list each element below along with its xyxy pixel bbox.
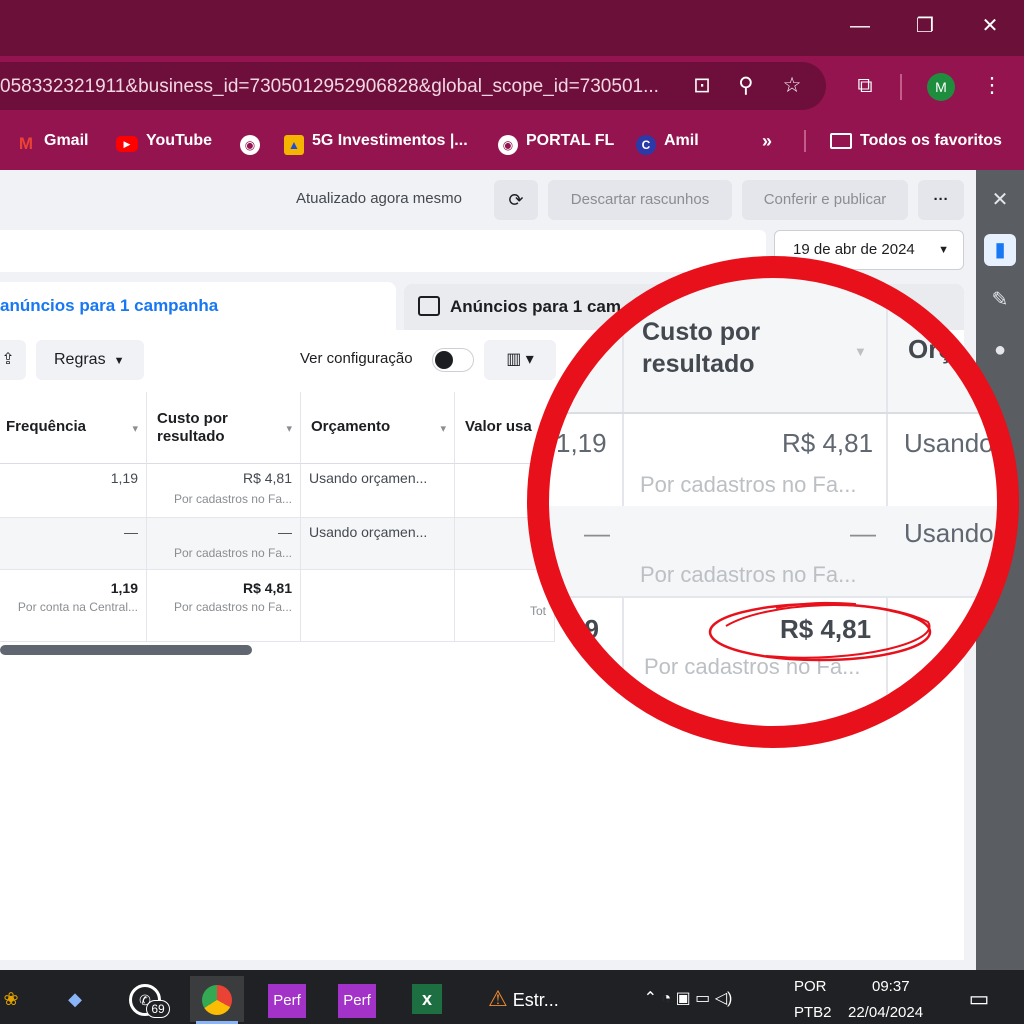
review-publish-button[interactable]: Conferir e publicar <box>742 180 908 220</box>
total-frequency: 1,19 Por conta na Central... <box>0 570 147 642</box>
row1-frequency: 1,19 <box>0 464 147 518</box>
kebab-menu-icon[interactable]: ⋮ <box>978 72 1006 100</box>
keyboard-layout[interactable]: PTB2 <box>794 1004 832 1021</box>
notifications-icon[interactable]: ▭ <box>956 976 1002 1022</box>
url-text[interactable]: 058332321911&business_id=730501295290682… <box>0 74 680 100</box>
perf-app-1-icon[interactable]: Perf <box>264 976 310 1022</box>
zoom-search-icon[interactable]: ⚲ <box>732 72 760 100</box>
whatsapp-icon[interactable]: ✆ 69 <box>122 976 170 1022</box>
handdrawn-highlight-ellipse <box>708 601 932 662</box>
restore-icon[interactable]: ❐ <box>905 8 945 44</box>
system-tray-icons[interactable]: ⌃ ◔ ▣ ▭ ◁) <box>618 976 758 1022</box>
globe-icon: ◉ <box>240 135 260 155</box>
globe-icon: ◉ <box>498 135 518 155</box>
rules-button[interactable]: Regras ▼ <box>36 340 144 380</box>
more-bookmarks-icon[interactable]: » <box>762 128 772 154</box>
row2-cost: — Por cadastros no Fa... <box>147 518 301 570</box>
discard-drafts-button[interactable]: Descartar rascunhos <box>548 180 732 220</box>
view-setup-label: Ver configuração <box>300 350 413 367</box>
minimize-icon[interactable]: — <box>840 8 880 44</box>
bookmark-gmail[interactable]: M Gmail <box>16 128 89 154</box>
view-setup-toggle[interactable] <box>432 348 474 372</box>
globe-bookmark-icon[interactable]: ◉ <box>240 128 268 155</box>
profile-avatar[interactable]: M <box>927 73 955 101</box>
clock-date[interactable]: 22/04/2024 <box>848 1004 923 1021</box>
sort-icon: ▾ <box>286 423 292 435</box>
youtube-icon: ▶ <box>116 136 138 152</box>
close-panel-icon[interactable]: ✕ <box>984 184 1016 216</box>
highlight-ring <box>527 256 1019 748</box>
chrome-icon[interactable] <box>190 976 244 1022</box>
bookmarks-divider <box>804 130 806 152</box>
tab-ads-active[interactable]: anúncios para 1 campanha <box>0 282 396 332</box>
bookmark-youtube[interactable]: ▶ YouTube <box>116 128 212 154</box>
language-indicator[interactable]: POR <box>794 978 827 995</box>
sort-icon: ▾ <box>440 423 446 435</box>
row1-cost: R$ 4,81 Por cadastros no Fa... <box>147 464 301 518</box>
export-icon[interactable]: ⇪ <box>0 340 26 380</box>
col-header-frequency[interactable]: Frequência ▾ <box>0 392 147 464</box>
total-budget <box>301 570 455 642</box>
row2-frequency: — <box>0 518 147 570</box>
refresh-icon[interactable]: ⟳ <box>494 180 538 220</box>
more-options-button[interactable]: ··· <box>918 180 964 220</box>
warning-icon: ⚠ <box>488 986 508 1011</box>
extensions-icon[interactable]: ⧉ <box>851 72 879 100</box>
5g-icon: ▲ <box>284 135 304 155</box>
install-app-icon[interactable]: ⊡ <box>688 72 716 100</box>
row1-budget: Usando orçamen... <box>301 464 455 518</box>
gmail-icon: M <box>18 134 34 153</box>
col-header-budget[interactable]: Orçamento ▾ <box>301 392 455 464</box>
window-icon <box>418 296 440 316</box>
whatsapp-badge: 69 <box>146 1000 170 1018</box>
caret-down-icon: ▼ <box>113 355 125 367</box>
bookmark-amil[interactable]: C Amil <box>636 128 699 155</box>
excel-icon[interactable]: x <box>404 976 450 1022</box>
bookmark-5g-investimentos[interactable]: ▲ 5G Investimentos |... <box>284 128 468 155</box>
alert-app-button[interactable]: ⚠ Estr... <box>488 976 598 1022</box>
toolbar-divider <box>900 74 902 100</box>
clock-time[interactable]: 09:37 <box>872 978 910 995</box>
sort-icon: ▾ <box>132 423 138 435</box>
folder-icon <box>830 133 852 149</box>
star-icon[interactable]: ☆ <box>778 72 806 100</box>
amil-icon: C <box>636 135 656 155</box>
updated-status: Atualizado agora mesmo <box>296 190 462 207</box>
perf-app-2-icon[interactable]: Perf <box>334 976 380 1022</box>
pen-app-icon[interactable]: ◆ <box>52 976 98 1022</box>
col-header-cost-per-result[interactable]: Custo por resultado ▾ <box>147 392 301 464</box>
bookmark-portal-fl[interactable]: ◉ PORTAL FL <box>498 128 614 155</box>
row2-budget: Usando orçamen... <box>301 518 455 570</box>
all-favorites-folder[interactable]: Todos os favoritos <box>830 128 1002 154</box>
start-app-icon[interactable]: ❀ <box>0 976 34 1022</box>
total-cost: R$ 4,81 Por cadastros no Fa... <box>147 570 301 642</box>
horizontal-scrollbar[interactable] <box>0 645 252 655</box>
close-window-icon[interactable]: ✕ <box>970 8 1010 44</box>
